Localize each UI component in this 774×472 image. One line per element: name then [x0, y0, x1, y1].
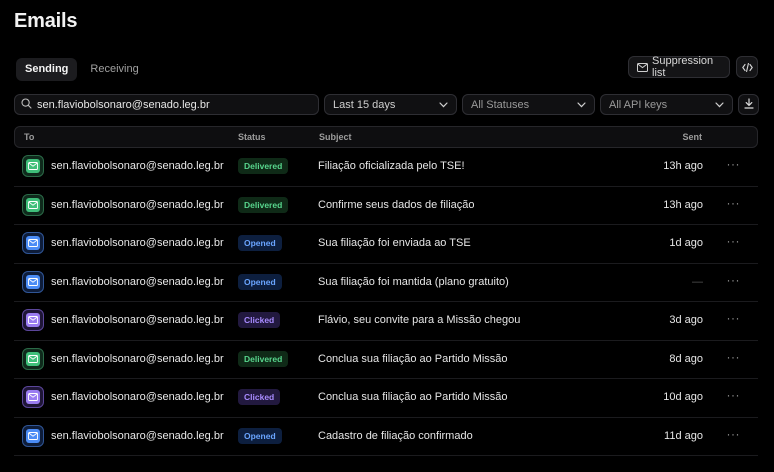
suppression-list-label: Suppression list: [652, 55, 714, 79]
more-options-icon[interactable]: ···: [727, 388, 741, 402]
mail-icon: [22, 309, 44, 331]
emails-table: To Status Subject Sent sen.flaviobolsona…: [14, 126, 758, 456]
table-row[interactable]: sen.flaviobolsonaro@senado.leg.br Clicked…: [14, 302, 758, 341]
mail-off-icon: [637, 62, 648, 72]
download-icon: [743, 97, 754, 112]
table-row[interactable]: sen.flaviobolsonaro@senado.leg.br Opened C…: [14, 418, 758, 456]
download-button[interactable]: [738, 94, 759, 115]
tab-receiving[interactable]: Receiving: [81, 58, 147, 81]
status-select[interactable]: All Statuses: [462, 94, 595, 115]
status-badge: Delivered: [238, 350, 289, 367]
column-status: Status: [238, 132, 266, 142]
email-subject[interactable]: Confirme seus dados de filiação: [318, 199, 475, 211]
page-title: Emails: [14, 10, 78, 32]
filters-bar: Last 15 days All Statuses All API keys: [14, 94, 759, 115]
sent-time: 10d ago: [663, 391, 703, 403]
status-badge: Clicked: [238, 389, 281, 405]
column-subject: Subject: [319, 132, 352, 142]
recipient-email: sen.flaviobolsonaro@senado.leg.br: [51, 314, 224, 326]
table-row[interactable]: sen.flaviobolsonaro@senado.leg.br Deliver…: [14, 148, 758, 187]
status-badge: Opened: [238, 273, 282, 290]
sent-time: 1d ago: [669, 237, 703, 249]
suppression-list-button[interactable]: Suppression list: [628, 55, 730, 79]
sent-time: 13h ago: [663, 198, 703, 211]
chevron-down-icon: [577, 99, 586, 111]
mail-icon: [22, 347, 44, 370]
mail-icon: [22, 155, 44, 177]
more-options-icon[interactable]: ···: [727, 427, 741, 441]
email-subject[interactable]: Conclua sua filiação ao Partido Missão: [318, 391, 508, 403]
chevron-down-icon: [439, 99, 448, 111]
api-keys-select[interactable]: All API keys: [600, 94, 733, 115]
code-icon: [741, 62, 753, 72]
code-button[interactable]: [736, 56, 758, 78]
sent-time: 8d ago: [669, 352, 703, 365]
email-subject[interactable]: Filiação oficializada pelo TSE!: [318, 160, 465, 172]
recipient-email: sen.flaviobolsonaro@senado.leg.br: [51, 352, 224, 365]
tab-sending[interactable]: Sending: [16, 58, 78, 81]
table-header: To Status Subject Sent: [14, 126, 758, 148]
mail-icon: [22, 232, 44, 254]
more-options-icon[interactable]: ···: [727, 196, 741, 210]
more-options-icon[interactable]: ···: [727, 234, 741, 248]
status-badge: Delivered: [238, 196, 289, 213]
status-badge: Clicked: [238, 312, 281, 328]
email-subject[interactable]: Flávio, seu convite para a Missão chegou: [318, 314, 520, 326]
more-options-icon[interactable]: ···: [727, 273, 741, 287]
email-subject[interactable]: Cadastro de filiação confirmado: [318, 430, 473, 442]
sent-time: —: [692, 275, 703, 288]
status-value: All Statuses: [471, 98, 530, 111]
recipient-email: sen.flaviobolsonaro@senado.leg.br: [51, 429, 224, 442]
column-to: To: [24, 132, 35, 142]
recipient-email: sen.flaviobolsonaro@senado.leg.br: [51, 391, 224, 403]
sent-time: 3d ago: [669, 314, 703, 326]
recipient-email: sen.flaviobolsonaro@senado.leg.br: [51, 198, 224, 211]
api-keys-value: All API keys: [609, 98, 668, 111]
email-subject[interactable]: Conclua sua filiação ao Partido Missão: [318, 353, 508, 365]
date-range-select[interactable]: Last 15 days: [324, 94, 457, 115]
table-row[interactable]: sen.flaviobolsonaro@senado.leg.br Deliver…: [14, 341, 758, 379]
more-options-icon[interactable]: ···: [727, 157, 741, 171]
more-options-icon[interactable]: ···: [727, 311, 741, 325]
email-subject[interactable]: Sua filiação foi mantida (plano gratuito…: [318, 276, 509, 288]
chevron-down-icon: [715, 99, 724, 111]
search-input[interactable]: [37, 98, 307, 111]
sent-time: 13h ago: [663, 160, 703, 172]
mail-icon: [22, 270, 44, 293]
search-field: [14, 94, 319, 115]
mail-icon: [22, 424, 44, 447]
status-badge: Delivered: [238, 158, 289, 174]
recipient-email: sen.flaviobolsonaro@senado.leg.br: [51, 160, 224, 172]
tabs: Sending Receiving: [16, 58, 148, 81]
status-badge: Opened: [238, 235, 282, 251]
top-actions: Suppression list: [628, 55, 758, 79]
table-body: sen.flaviobolsonaro@senado.leg.br Deliver…: [14, 148, 758, 456]
table-row[interactable]: sen.flaviobolsonaro@senado.leg.br Deliver…: [14, 187, 758, 225]
search-icon: [21, 97, 32, 112]
table-row[interactable]: sen.flaviobolsonaro@senado.leg.br Opened S…: [14, 264, 758, 302]
mail-icon: [22, 193, 44, 216]
more-options-icon[interactable]: ···: [727, 350, 741, 364]
column-sent: Sent: [682, 132, 702, 142]
date-range-value: Last 15 days: [333, 98, 396, 111]
status-badge: Opened: [238, 427, 282, 444]
recipient-email: sen.flaviobolsonaro@senado.leg.br: [51, 275, 224, 288]
table-row[interactable]: sen.flaviobolsonaro@senado.leg.br Opened S…: [14, 225, 758, 264]
sent-time: 11d ago: [664, 429, 703, 442]
mail-icon: [22, 386, 44, 408]
recipient-email: sen.flaviobolsonaro@senado.leg.br: [51, 237, 224, 249]
email-subject[interactable]: Sua filiação foi enviada ao TSE: [318, 237, 471, 249]
table-row[interactable]: sen.flaviobolsonaro@senado.leg.br Clicked…: [14, 379, 758, 418]
